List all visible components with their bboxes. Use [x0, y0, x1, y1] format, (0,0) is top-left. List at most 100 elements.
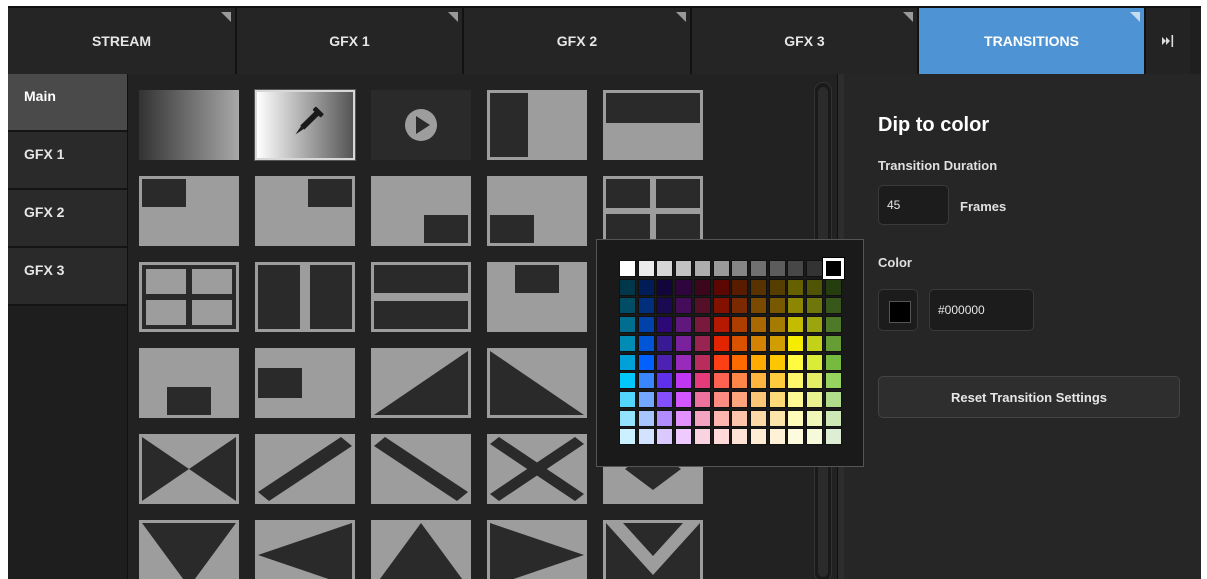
color-cell[interactable]	[675, 316, 693, 334]
transition-thumb-wipe-left-bar[interactable]	[487, 90, 587, 160]
transition-thumb-wipe-top-bar[interactable]	[603, 90, 703, 160]
color-cell[interactable]	[712, 390, 730, 408]
color-cell[interactable]	[768, 297, 786, 315]
color-cell[interactable]	[768, 260, 786, 277]
color-cell[interactable]	[712, 409, 730, 427]
color-cell[interactable]	[787, 278, 805, 296]
color-cell[interactable]	[806, 353, 823, 371]
color-cell[interactable]	[731, 409, 749, 427]
skip-forward-button[interactable]	[1146, 8, 1190, 74]
color-cell[interactable]	[768, 334, 786, 352]
color-cell[interactable]	[787, 372, 805, 390]
color-cell[interactable]	[787, 260, 805, 277]
color-cell[interactable]	[768, 278, 786, 296]
transition-thumb-horizontal-split[interactable]	[371, 262, 471, 332]
reset-transition-settings-button[interactable]: Reset Transition Settings	[878, 376, 1180, 418]
color-cell[interactable]	[637, 409, 655, 427]
color-cell[interactable]	[637, 316, 655, 334]
color-cell[interactable]	[619, 390, 636, 408]
color-cell[interactable]	[619, 428, 636, 446]
color-cell[interactable]	[768, 390, 786, 408]
color-cell[interactable]	[712, 372, 730, 390]
color-cell[interactable]	[749, 390, 767, 408]
color-cell[interactable]	[824, 297, 842, 315]
sidebar-item-gfx-1[interactable]: GFX 1	[8, 132, 127, 190]
color-cell[interactable]	[768, 353, 786, 371]
color-cell[interactable]	[619, 278, 636, 296]
color-cell[interactable]	[731, 297, 749, 315]
transition-thumb-hourglass[interactable]	[139, 434, 239, 504]
color-cell[interactable]	[693, 409, 711, 427]
transition-thumb-triangle-up[interactable]	[371, 520, 471, 579]
color-cell[interactable]	[619, 316, 636, 334]
color-cell[interactable]	[787, 334, 805, 352]
color-cell[interactable]	[656, 316, 674, 334]
color-cell[interactable]	[787, 428, 805, 446]
color-cell[interactable]	[731, 428, 749, 446]
color-cell[interactable]	[656, 428, 674, 446]
transition-thumb-box-left[interactable]	[255, 348, 355, 418]
color-cell[interactable]	[768, 316, 786, 334]
transition-thumb-play-icon[interactable]	[371, 90, 471, 160]
color-cell[interactable]	[619, 334, 636, 352]
color-cell[interactable]	[656, 278, 674, 296]
color-cell[interactable]	[731, 334, 749, 352]
color-cell[interactable]	[824, 278, 842, 296]
transition-thumb-x-cross[interactable]	[487, 434, 587, 504]
color-cell[interactable]	[787, 390, 805, 408]
color-cell[interactable]	[824, 372, 842, 390]
color-cell[interactable]	[619, 353, 636, 371]
color-cell[interactable]	[806, 260, 823, 277]
color-cell[interactable]	[768, 428, 786, 446]
color-cell[interactable]	[787, 316, 805, 334]
color-cell[interactable]	[824, 390, 842, 408]
color-cell[interactable]	[768, 409, 786, 427]
color-hex-input[interactable]: #000000	[929, 289, 1034, 331]
color-cell[interactable]	[675, 334, 693, 352]
color-cell[interactable]	[731, 372, 749, 390]
color-cell[interactable]	[731, 353, 749, 371]
transition-thumb-triangle-right[interactable]	[487, 520, 587, 579]
color-cell[interactable]	[693, 353, 711, 371]
color-cell[interactable]	[824, 353, 842, 371]
color-cell[interactable]	[637, 278, 655, 296]
transition-thumb-box-bottom-right[interactable]	[371, 176, 471, 246]
color-cell[interactable]	[731, 260, 749, 277]
transition-thumb-diagonal-wipe-up[interactable]	[371, 348, 471, 418]
transition-thumb-quad-grid[interactable]	[139, 262, 239, 332]
color-cell[interactable]	[821, 257, 845, 280]
color-cell[interactable]	[675, 353, 693, 371]
color-cell[interactable]	[806, 297, 823, 315]
color-cell[interactable]	[656, 297, 674, 315]
color-cell[interactable]	[693, 372, 711, 390]
tab-gfx-3[interactable]: GFX 3	[692, 8, 919, 74]
color-cell[interactable]	[749, 260, 767, 277]
sidebar-item-gfx-2[interactable]: GFX 2	[8, 190, 127, 248]
transition-thumb-v-shape[interactable]	[603, 520, 703, 579]
color-cell[interactable]	[637, 390, 655, 408]
color-cell[interactable]	[806, 334, 823, 352]
color-cell[interactable]	[675, 409, 693, 427]
color-cell[interactable]	[693, 278, 711, 296]
transition-thumb-triangle-left[interactable]	[255, 520, 355, 579]
color-cell[interactable]	[806, 428, 823, 446]
color-cell[interactable]	[693, 390, 711, 408]
sidebar-item-main[interactable]: Main	[8, 74, 127, 132]
color-cell[interactable]	[675, 390, 693, 408]
color-cell[interactable]	[656, 372, 674, 390]
color-cell[interactable]	[712, 278, 730, 296]
transition-thumb-box-bottom-left[interactable]	[487, 176, 587, 246]
color-cell[interactable]	[824, 316, 842, 334]
color-cell[interactable]	[637, 428, 655, 446]
transition-thumb-quad-split[interactable]	[603, 176, 703, 246]
color-cell[interactable]	[712, 353, 730, 371]
transition-thumb-triangle-down[interactable]	[139, 520, 239, 579]
color-cell[interactable]	[824, 428, 842, 446]
color-cell[interactable]	[675, 297, 693, 315]
color-cell[interactable]	[749, 353, 767, 371]
color-cell[interactable]	[749, 316, 767, 334]
color-cell[interactable]	[749, 409, 767, 427]
color-cell[interactable]	[693, 260, 711, 277]
color-cell[interactable]	[712, 428, 730, 446]
color-cell[interactable]	[806, 409, 823, 427]
